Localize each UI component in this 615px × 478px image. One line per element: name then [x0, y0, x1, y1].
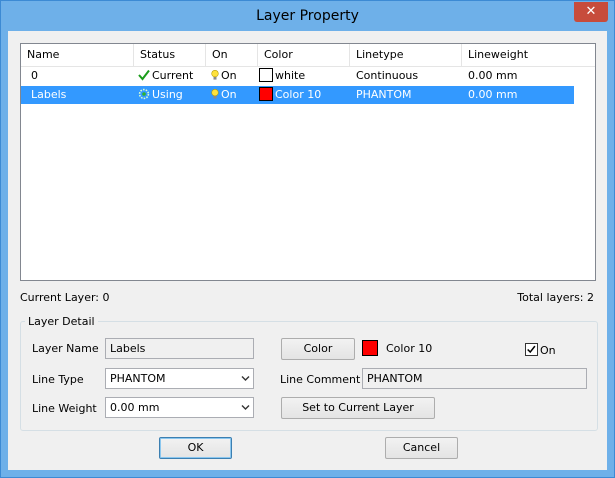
dialog-body: Name Status On Color Linetype Lineweight…	[8, 31, 607, 470]
row-status: Current	[131, 67, 206, 85]
row-on-text: On	[221, 69, 237, 82]
line-comment-field[interactable]: PHANTOM	[362, 368, 587, 389]
row-status-text: Using	[152, 88, 183, 101]
column-header-status[interactable]: Status	[134, 44, 206, 66]
row-on[interactable]: On	[204, 86, 258, 104]
on-label: On	[540, 344, 556, 357]
set-current-layer-button[interactable]: Set to Current Layer	[281, 397, 435, 419]
row-linetype: Continuous	[356, 69, 419, 82]
color-name-label: Color 10	[386, 342, 433, 355]
row-lineweight: 0.00 mm	[468, 88, 518, 101]
layer-name-field[interactable]: Labels	[105, 338, 254, 359]
row-status-text: Current	[152, 69, 194, 82]
row-name: 0	[31, 69, 38, 82]
line-type-label: Line Type	[32, 373, 84, 386]
row-lineweight: 0.00 mm	[468, 69, 518, 82]
ok-button[interactable]: OK	[159, 437, 232, 459]
color-preview[interactable]	[362, 340, 378, 356]
check-icon	[138, 69, 150, 81]
gear-icon	[138, 88, 150, 100]
line-type-value: PHANTOM	[110, 372, 166, 385]
column-header-linetype[interactable]: Linetype	[350, 44, 462, 66]
current-layer-label: Current Layer: 0	[20, 291, 110, 304]
row-color[interactable]: white	[252, 67, 350, 85]
close-button[interactable]: ✕	[574, 2, 608, 22]
row-status: Using	[131, 86, 206, 104]
layer-property-dialog: Layer Property ✕ Name Status On Color Li…	[0, 0, 615, 478]
layer-detail-title: Layer Detail	[25, 315, 98, 328]
column-header-on[interactable]: On	[206, 44, 258, 66]
line-type-select[interactable]: PHANTOM	[105, 368, 254, 389]
lightbulb-icon[interactable]	[211, 70, 219, 80]
list-header: Name Status On Color Linetype Lineweight	[21, 44, 595, 67]
on-checkbox[interactable]	[525, 343, 538, 356]
window-title: Layer Property	[256, 8, 359, 24]
row-linetype: PHANTOM	[356, 88, 412, 101]
layer-list[interactable]: Name Status On Color Linetype Lineweight…	[20, 43, 596, 281]
row-name: Labels	[31, 88, 67, 101]
table-row[interactable]: Labels Using On Color 10 PHANTOM 0.00 mm	[21, 86, 574, 104]
line-comment-label: Line Comment	[280, 373, 361, 386]
total-layers-label: Total layers: 2	[517, 291, 594, 304]
row-on[interactable]: On	[204, 67, 258, 85]
chevron-down-icon	[241, 376, 250, 381]
column-header-lineweight[interactable]: Lineweight	[462, 44, 595, 66]
cancel-button[interactable]: Cancel	[385, 437, 458, 459]
color-button[interactable]: Color	[281, 338, 355, 360]
column-header-color[interactable]: Color	[258, 44, 350, 66]
color-swatch	[259, 87, 273, 101]
table-row[interactable]: 0 Current On white Continuous 0.00 mm	[21, 67, 574, 85]
row-color-text: white	[275, 69, 306, 82]
color-swatch	[259, 68, 273, 82]
row-on-text: On	[221, 88, 237, 101]
title-bar[interactable]: Layer Property ✕	[1, 1, 614, 31]
layer-name-label: Layer Name	[32, 342, 99, 355]
row-color-text: Color 10	[275, 88, 322, 101]
column-header-name[interactable]: Name	[21, 44, 134, 66]
line-weight-select[interactable]: 0.00 mm	[105, 397, 254, 418]
line-weight-label: Line Weight	[32, 402, 97, 415]
row-color[interactable]: Color 10	[252, 86, 350, 104]
check-icon	[527, 345, 536, 354]
line-weight-value: 0.00 mm	[110, 401, 160, 414]
chevron-down-icon	[241, 405, 250, 410]
lightbulb-icon[interactable]	[211, 89, 219, 99]
